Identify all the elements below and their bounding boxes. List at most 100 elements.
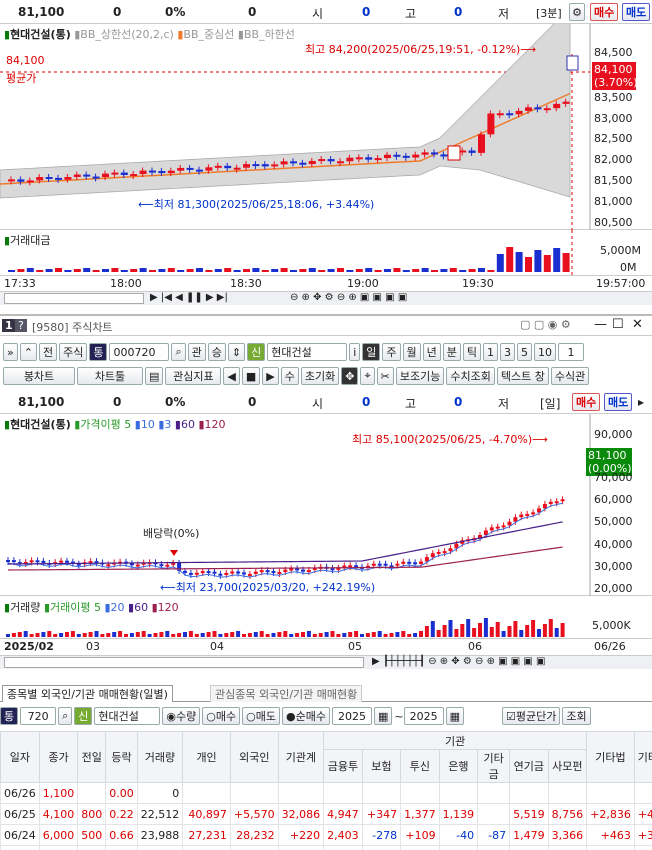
aux-button[interactable]: 보조기능 [395, 367, 445, 385]
count-button[interactable]: 수 [280, 367, 299, 385]
radio-buy[interactable]: ○ 매수 [202, 707, 241, 725]
buy-button[interactable]: 매수 [572, 393, 601, 411]
period-minute[interactable]: 분 [442, 343, 461, 361]
col-trust: 투신 [400, 749, 440, 783]
candle-body [224, 165, 232, 169]
volume-bar [17, 269, 25, 272]
next-icon[interactable]: ▶ [262, 367, 279, 385]
table-row[interactable]: 06/26 1,100 0.00 0 [0, 782, 652, 804]
zoom-controls-icon[interactable]: ⊖ ⊕ ✥ ⚙ ⊖ ⊕ ▣ ▣ ▣ ▣ [290, 292, 407, 303]
reset-button[interactable]: 초기화 [300, 367, 340, 385]
table-row[interactable]: 06/25 4,100 800 0.22 22,512 40,897 +5,570 32,08… [0, 803, 652, 825]
scroll-controls-icon[interactable]: ▶ |◀ ◀ ❚❚ ▶ ▶| [150, 292, 228, 303]
buy-button[interactable]: 매수 [590, 3, 619, 21]
stock-name-input[interactable]: 현대건설 [267, 343, 348, 361]
filter-name-input[interactable]: 현대건설 [94, 707, 161, 725]
toolbar-watch[interactable]: 관 [187, 343, 206, 361]
table-row[interactable]: 06/235,6003000.4014,53414,53719,930-6,24… [0, 845, 652, 850]
save-icon[interactable]: ▤ [145, 367, 164, 385]
move-icon[interactable]: ✥ [341, 367, 359, 385]
tab-daily-investor[interactable]: 종목별 외국인/기관 매매현황(일별) [2, 685, 173, 702]
help-icon[interactable]: ? [15, 319, 27, 332]
date-from-input[interactable]: 2025 [331, 707, 372, 725]
table-row[interactable]: 06/24 6,000 500 0.66 23,988 27,231 28,232 +220 2… [0, 824, 652, 846]
lookup-button[interactable]: 조회 [562, 707, 591, 725]
avg-checkbox[interactable]: ☑ 평균단가 [502, 707, 561, 725]
radio-qty[interactable]: ◉ 수량 [162, 707, 201, 725]
prev-icon[interactable]: ◀ [223, 367, 240, 385]
stop-icon[interactable]: ■ [241, 367, 261, 385]
toolbar-stock[interactable]: 주식 [59, 343, 88, 361]
toolbar-rise[interactable]: 승 [207, 343, 226, 361]
volume-bar [283, 631, 288, 637]
candle-chart-button[interactable]: 봉차트 [3, 367, 75, 385]
calendar-icon[interactable]: ▦ [373, 707, 393, 725]
scroll-track[interactable] [4, 657, 364, 668]
toolbar-all[interactable]: 전 [38, 343, 58, 361]
radio-net[interactable]: ● 순매수 [282, 707, 330, 725]
period-tick[interactable]: 틱 [462, 343, 482, 361]
stock-code-input[interactable]: 000720 [109, 343, 170, 361]
formula-button[interactable]: 수식관 [550, 367, 590, 385]
top-scroll-bar[interactable]: ▶ |◀ ◀ ❚❚ ▶ ▶| ⊖ ⊕ ✥ ⚙ ⊖ ⊕ ▣ ▣ ▣ ▣ [0, 291, 652, 305]
interval-5[interactable]: 5 [517, 343, 533, 361]
volume-bar [76, 634, 81, 637]
filter-code-input[interactable]: 720 [20, 707, 57, 725]
interval-10[interactable]: 10 [534, 343, 557, 361]
indicator-button[interactable]: 관심지표 [165, 367, 222, 385]
volume-bar [459, 270, 467, 272]
main-price-chart[interactable]: ▮현대건설(통) ▮가격이평 5 ▮10 ▮3 ▮60 ▮120 최고 85,1… [0, 414, 652, 596]
maximize-icon[interactable]: ☐ [612, 317, 624, 332]
top-volume-chart[interactable]: ▮거래대금 5,000M 0M [0, 230, 652, 276]
main-volume-chart[interactable]: ▮거래량 ▮거래이평 5 ▮20 ▮60 ▮120 5,000K [0, 597, 652, 639]
sell-button[interactable]: 매도 [622, 3, 651, 21]
period-week[interactable]: 주 [382, 343, 401, 361]
settings-icon[interactable]: ⚙ [569, 3, 585, 21]
expand-icon[interactable]: ▸ [638, 395, 644, 409]
scroll-controls-icon[interactable]: ▶ ┠┼┼┼┼┼┨ ⊖ ⊕ ✥ ⚙ ⊖ ⊕ ▣ ▣ ▣ ▣ [372, 656, 545, 667]
volume-bar [513, 621, 518, 637]
toolbar-credit[interactable]: 신 [247, 343, 266, 361]
period-year[interactable]: 년 [422, 343, 441, 361]
high-label: 고 [405, 397, 417, 411]
text-window-button[interactable]: 텍스트 창 [496, 367, 549, 385]
date-to-input[interactable]: 2025 [403, 707, 444, 725]
candle-body [65, 560, 69, 563]
main-scroll-bar[interactable]: ▶ ┠┼┼┼┼┼┨ ⊖ ⊕ ✥ ⚙ ⊖ ⊕ ▣ ▣ ▣ ▣ [0, 655, 652, 669]
close-icon[interactable]: ✕ [632, 317, 643, 332]
candle-body [35, 560, 40, 563]
volume-bar [261, 270, 269, 272]
filter-integrated[interactable]: 통 [0, 707, 19, 725]
value-lookup-button[interactable]: 수치조회 [446, 367, 495, 385]
info-button[interactable]: i [349, 343, 361, 361]
interval-3[interactable]: 3 [500, 343, 516, 361]
toolbar-integrated[interactable]: 통 [89, 343, 108, 361]
period-month[interactable]: 월 [402, 343, 421, 361]
table-cell [477, 845, 511, 850]
sell-button[interactable]: 매도 [604, 393, 633, 411]
top-price-chart[interactable]: ▮현대건설(통) ▮BB_상한선(20,2,c) ▮BB_중심선 ▮BB_하한선… [0, 24, 652, 230]
table-cell: 5,600 [38, 845, 79, 850]
scroll-track[interactable] [4, 293, 144, 304]
calendar-icon[interactable]: ▦ [445, 707, 465, 725]
chart-tool-button[interactable]: 차트툴 [77, 367, 143, 385]
crosshair-icon[interactable]: ⌖ [360, 367, 375, 385]
search-icon[interactable]: ⌕ [58, 707, 73, 725]
candle-body [560, 499, 565, 502]
scroll-up-icon[interactable]: ⌃ [19, 343, 37, 361]
search-icon[interactable]: ⌕ [171, 343, 186, 361]
scroll-first-icon[interactable]: » [3, 343, 18, 361]
tab-watchlist-investor[interactable]: 관심종목 외국인/기관 매매현황 [210, 685, 363, 702]
filter-credit[interactable]: 신 [74, 707, 93, 725]
scissors-icon[interactable]: ✂ [376, 367, 394, 385]
interval-1[interactable]: 1 [483, 343, 499, 361]
interval-spinner[interactable]: 1 [558, 343, 585, 361]
period-day[interactable]: 일 [362, 343, 381, 361]
period-label[interactable]: [일] [540, 395, 560, 412]
radio-sell[interactable]: ○ 매도 [242, 707, 280, 725]
candle-body [186, 167, 194, 170]
period-label[interactable]: [3분] [536, 5, 562, 21]
window-controls-icon[interactable]: ▢ ▢ ◉ ⚙ [520, 318, 571, 331]
minimize-icon[interactable]: — [594, 317, 607, 332]
spin-icon[interactable]: ⇕ [227, 343, 246, 361]
